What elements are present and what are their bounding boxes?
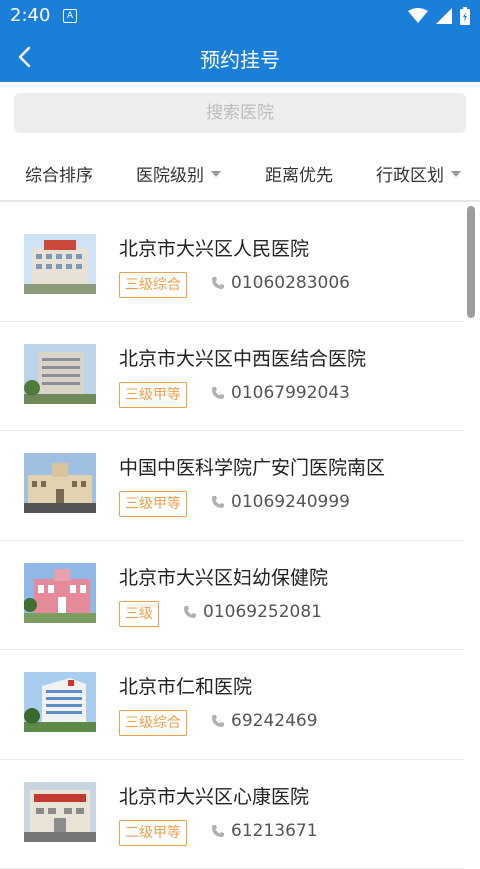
caret-down-icon [211, 171, 221, 177]
phone-number: 01067992043 [231, 383, 350, 403]
filter-label: 距离优先 [265, 166, 333, 186]
filter-hospital-level[interactable]: 医院级别 [136, 161, 221, 186]
list-scrollbar[interactable] [467, 206, 475, 318]
search-area: 搜索医院 [0, 82, 480, 146]
filter-distance-first[interactable]: 距离优先 [265, 161, 333, 186]
hospital-level-badge: 三级综合 [119, 272, 187, 298]
hospital-list-item[interactable]: 北京市大兴区中西医结合医院 三级甲等 01067992043 [0, 322, 464, 432]
hospital-list-item[interactable]: 北京市大兴区妇幼保健院 三级 01069252081 [0, 541, 464, 651]
hospital-level-badge: 三级 [119, 601, 159, 627]
hospital-name: 中国中医科学院广安门医院南区 [119, 453, 385, 480]
search-input[interactable]: 搜索医院 [14, 93, 466, 133]
status-icons [408, 7, 470, 25]
phone-icon [211, 386, 225, 400]
phone-number: 01069240999 [231, 492, 350, 512]
hospital-photo [24, 234, 96, 294]
hospital-photo [24, 672, 96, 732]
signal-icon [436, 8, 452, 24]
hospital-name: 北京市仁和医院 [119, 672, 252, 699]
hospital-name: 北京市大兴区人民医院 [119, 234, 309, 261]
hospital-level-badge: 二级甲等 [119, 820, 187, 846]
hospital-phone[interactable]: 01069252081 [183, 602, 322, 622]
filter-bar: 综合排序 医院级别 距离优先 行政区划 [0, 146, 480, 202]
hospital-phone[interactable]: 01067992043 [211, 383, 350, 403]
status-bar: 2:40 A [0, 0, 480, 32]
hospital-list-item[interactable]: 中国中医科学院广安门医院南区 三级甲等 01069240999 [0, 431, 464, 541]
caret-down-icon [451, 171, 461, 177]
wifi-icon [408, 8, 428, 24]
hospital-name: 北京市大兴区中西医结合医院 [119, 344, 366, 371]
hospital-level-badge: 三级甲等 [119, 491, 187, 517]
status-time: 2:40 [10, 5, 50, 26]
phone-icon [183, 605, 197, 619]
phone-number: 01060283006 [231, 273, 350, 293]
phone-icon [211, 824, 225, 838]
app-bar: 预约挂号 [0, 32, 480, 82]
filter-label: 医院级别 [136, 166, 204, 186]
hospital-photo [24, 782, 96, 842]
filter-sort-comprehensive[interactable]: 综合排序 [25, 161, 93, 186]
filter-label: 综合排序 [25, 166, 93, 186]
hospital-photo [24, 344, 96, 404]
filter-district[interactable]: 行政区划 [376, 161, 461, 186]
filter-label: 行政区划 [376, 166, 444, 186]
hospital-name: 北京市大兴区妇幼保健院 [119, 563, 328, 590]
hospital-photo [24, 453, 96, 513]
phone-number: 69242469 [231, 711, 318, 731]
phone-icon [211, 276, 225, 290]
phone-icon [211, 714, 225, 728]
hospital-level-badge: 三级甲等 [119, 382, 187, 408]
hospital-photo [24, 563, 96, 623]
hospital-level-badge: 三级综合 [119, 710, 187, 736]
page-title: 预约挂号 [0, 44, 480, 73]
phone-number: 61213671 [231, 821, 318, 841]
hospital-phone[interactable]: 01069240999 [211, 492, 350, 512]
phone-number: 01069252081 [203, 602, 322, 622]
hospital-list-item[interactable]: 北京市大兴区人民医院 三级综合 01060283006 [0, 212, 464, 322]
hospital-phone[interactable]: 69242469 [211, 711, 318, 731]
hospital-list-item[interactable]: 北京市仁和医院 三级综合 69242469 [0, 650, 464, 760]
phone-icon [211, 495, 225, 509]
hospital-list: 北京市大兴区人民医院 三级综合 01060283006 北京市大兴区中西医结合医… [0, 212, 464, 869]
hospital-phone[interactable]: 01060283006 [211, 273, 350, 293]
hospital-name: 北京市大兴区心康医院 [119, 782, 309, 809]
notification-icon: A [63, 9, 77, 23]
hospital-phone[interactable]: 61213671 [211, 821, 318, 841]
battery-icon [460, 7, 470, 25]
